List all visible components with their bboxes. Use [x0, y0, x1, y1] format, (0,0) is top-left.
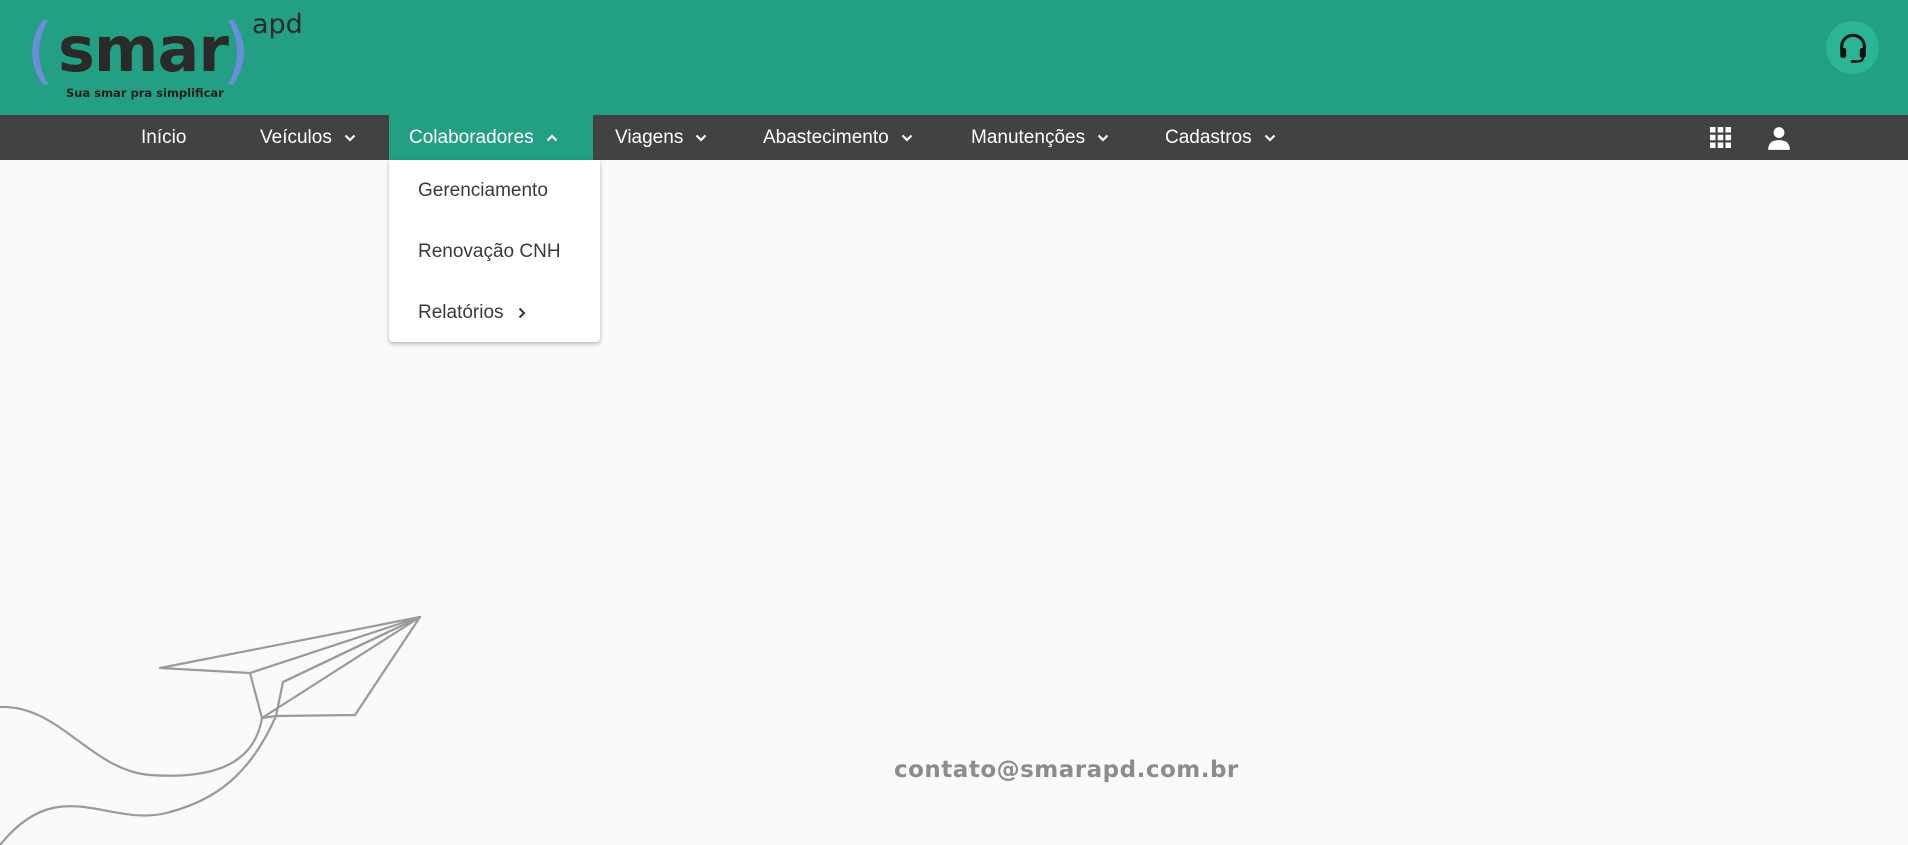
nav-item-label: Início: [141, 126, 187, 148]
logo-tagline: Sua smar pra simplificar: [66, 86, 224, 100]
chevron-down-icon: [695, 134, 707, 142]
nav-item-label: Veículos: [260, 126, 332, 148]
chevron-down-icon: [344, 134, 356, 142]
menu-item-relatorios[interactable]: Relatórios: [418, 298, 526, 328]
user-menu-button[interactable]: [1764, 115, 1794, 160]
nav-item-manutencoes[interactable]: Manutenções: [971, 115, 1109, 160]
nav-item-viagens[interactable]: Viagens: [615, 115, 707, 160]
chevron-down-icon: [1097, 134, 1109, 142]
support-button[interactable]: [1826, 21, 1879, 74]
headset-icon: [1839, 33, 1866, 63]
nav-item-label: Cadastros: [1165, 126, 1252, 148]
nav-item-label: Abastecimento: [763, 126, 889, 148]
nav-item-abastecimento[interactable]: Abastecimento: [763, 115, 913, 160]
apps-button[interactable]: [1706, 115, 1734, 160]
user-icon: [1768, 126, 1790, 150]
paper-plane-illustration: [0, 615, 422, 845]
menu-item-renovacao-cnh[interactable]: Renovação CNH: [418, 237, 561, 267]
apps-grid-icon: [1709, 127, 1731, 148]
colaboradores-dropdown-menu: Gerenciamento Renovação CNH Relatórios: [389, 160, 600, 342]
logo-superscript: apd: [252, 9, 303, 40]
nav-item-colaboradores[interactable]: Colaboradores: [389, 115, 593, 160]
app-header: ( smar ) apd Sua smar pra simplificar: [0, 0, 1908, 115]
menu-item-label: Relatórios: [418, 302, 504, 323]
nav-item-veiculos[interactable]: Veículos: [260, 115, 356, 160]
nav-item-label: Colaboradores: [409, 126, 534, 148]
nav-item-label: Manutenções: [971, 126, 1086, 148]
menu-item-gerenciamento[interactable]: Gerenciamento: [418, 176, 548, 206]
chevron-up-icon: [546, 133, 558, 142]
logo-word: smar: [58, 13, 229, 86]
chevron-down-icon: [901, 134, 913, 142]
menu-item-label: Renovação CNH: [418, 241, 561, 262]
nav-item-cadastros[interactable]: Cadastros: [1165, 115, 1276, 160]
chevron-down-icon: [1264, 134, 1276, 142]
smarapd-logo[interactable]: ( smar ) apd Sua smar pra simplificar: [26, 8, 326, 108]
menu-item-label: Gerenciamento: [418, 180, 548, 201]
logo-paren-right: ): [222, 8, 251, 92]
nav-item-inicio[interactable]: Início: [141, 115, 186, 160]
logo-paren-left: (: [26, 8, 55, 92]
nav-item-label: Viagens: [615, 126, 684, 148]
contact-email: contato@smarapd.com.br: [894, 757, 1239, 783]
main-navbar: Início Veículos Colaboradores Viagens Ab…: [0, 115, 1908, 160]
chevron-right-icon: [518, 307, 526, 319]
